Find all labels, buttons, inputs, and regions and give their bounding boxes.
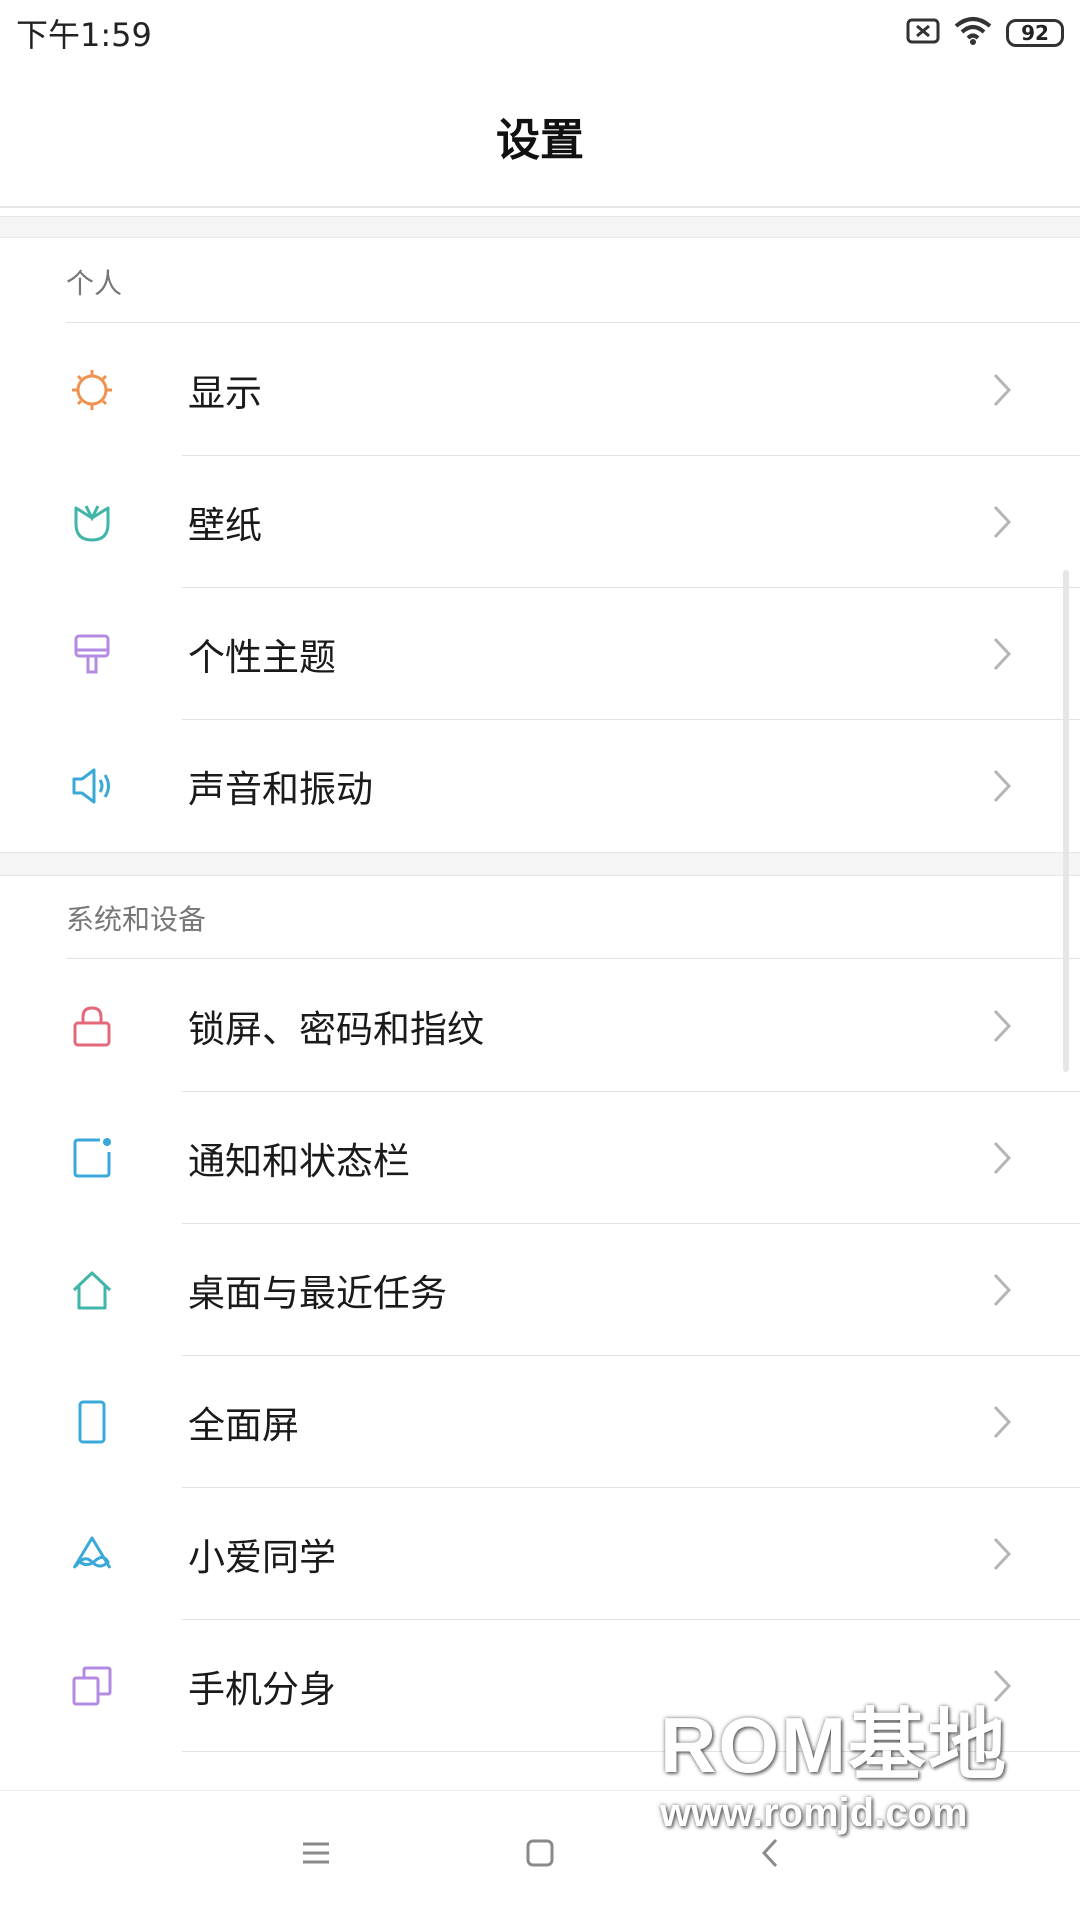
chevron-right-icon (990, 370, 1014, 410)
section-header-personal: 个人 (66, 267, 123, 300)
settings-item-fullscreen[interactable]: 全面屏 (0, 1356, 1080, 1488)
section-header-system: 系统和设备 (66, 903, 207, 936)
divider (66, 322, 1080, 323)
settings-item-label: 桌面与最近任务 (188, 1272, 447, 1315)
settings-item-wallpaper[interactable]: 壁纸 (0, 456, 1080, 588)
chevron-right-icon (990, 1138, 1014, 1178)
settings-item-label: 声音和振动 (188, 768, 373, 811)
scrollbar[interactable] (1063, 570, 1069, 1072)
settings-item-lockscreen[interactable]: 锁屏、密码和指纹 (0, 960, 1080, 1092)
watermark-title: ROM基地 (660, 1701, 1008, 1789)
wifi-icon (954, 16, 992, 50)
watermark: ROM基地 www.romjd.com (660, 1700, 1020, 1860)
settings-item-notifications[interactable]: 通知和状态栏 (0, 1092, 1080, 1224)
settings-item-label: 手机分身 (188, 1668, 336, 1711)
xiaoai-icon (70, 1532, 114, 1576)
chevron-right-icon (990, 502, 1014, 542)
battery-icon: 92 (1006, 19, 1064, 47)
home-button[interactable] (520, 1835, 560, 1875)
menu-button[interactable] (296, 1835, 336, 1875)
sim-missing-icon (906, 18, 940, 48)
section-gap (0, 216, 1080, 238)
home-icon (70, 1268, 114, 1312)
square-icon (525, 1838, 555, 1872)
chevron-right-icon (990, 1534, 1014, 1574)
settings-item-home[interactable]: 桌面与最近任务 (0, 1224, 1080, 1356)
chevron-right-icon (990, 766, 1014, 806)
page-title: 设置 (496, 115, 584, 166)
settings-item-label: 全面屏 (188, 1404, 299, 1447)
settings-item-label: 锁屏、密码和指纹 (188, 1008, 484, 1051)
settings-item-label: 小爱同学 (188, 1536, 336, 1579)
title-bar: 设置 (0, 66, 1080, 208)
settings-item-theme[interactable]: 个性主题 (0, 588, 1080, 720)
chevron-right-icon (990, 1270, 1014, 1310)
lock-icon (70, 1004, 114, 1048)
menu-icon (301, 1841, 331, 1869)
settings-item-label: 壁纸 (188, 504, 262, 547)
status-time: 下午1:59 (16, 16, 152, 54)
speaker-icon (70, 764, 114, 808)
settings-item-label: 通知和状态栏 (188, 1140, 410, 1183)
divider (66, 958, 1080, 959)
theme-brush-icon (70, 632, 114, 676)
status-bar: 下午1:59 92 (0, 0, 1080, 66)
watermark-url: www.romjd.com (660, 1791, 968, 1835)
wallpaper-tulip-icon (70, 500, 114, 544)
chevron-right-icon (990, 634, 1014, 674)
chevron-right-icon (990, 1402, 1014, 1442)
settings-item-sound[interactable]: 声音和振动 (0, 720, 1080, 852)
settings-item-xiaoai[interactable]: 小爱同学 (0, 1488, 1080, 1620)
settings-item-display[interactable]: 显示 (0, 324, 1080, 456)
phone-fullscreen-icon (70, 1400, 114, 1444)
second-space-icon (70, 1664, 114, 1708)
status-icons: 92 (906, 16, 1064, 50)
section-gap (0, 852, 1080, 876)
brightness-icon (70, 368, 114, 412)
chevron-right-icon (990, 1006, 1014, 1046)
notification-icon (70, 1136, 114, 1180)
settings-item-label: 显示 (188, 372, 262, 415)
settings-item-label: 个性主题 (188, 636, 336, 679)
